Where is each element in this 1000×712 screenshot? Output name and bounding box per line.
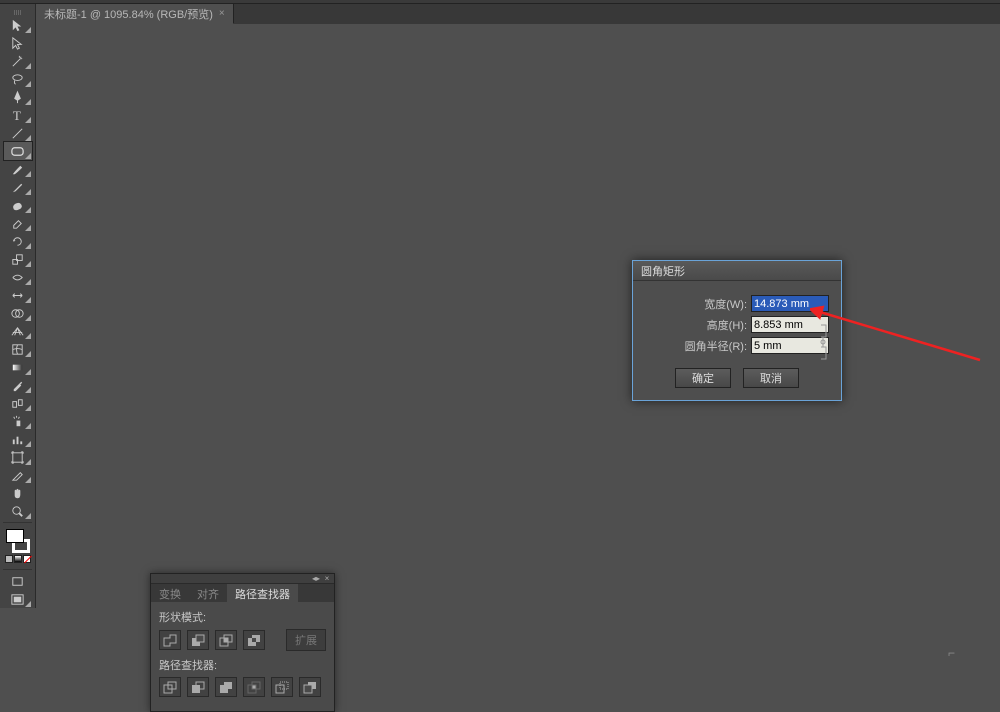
fill-swatch[interactable]	[6, 529, 24, 543]
panel-tabs: 变换 对齐 路径查找器	[151, 584, 334, 602]
width-tool[interactable]	[4, 268, 32, 286]
tab-pathfinder[interactable]: 路径查找器	[227, 584, 298, 602]
constrain-link-icon[interactable]	[819, 323, 829, 361]
pen-tool[interactable]	[4, 88, 32, 106]
outline-button[interactable]	[271, 677, 293, 697]
blob-brush-tool[interactable]	[4, 196, 32, 214]
dialog-title[interactable]: 圆角矩形	[633, 261, 841, 281]
cursor-hint-icon: ⌐	[948, 646, 955, 660]
document-tab-bar: 未标题-1 @ 1095.84% (RGB/预览) ×	[36, 4, 1000, 24]
shape-modes-label: 形状模式:	[159, 609, 326, 625]
type-tool[interactable]: T	[4, 106, 32, 124]
zoom-tool[interactable]	[4, 502, 32, 520]
lasso-tool[interactable]	[4, 70, 32, 88]
cancel-button[interactable]: 取消	[743, 368, 799, 388]
hand-tool[interactable]	[4, 484, 32, 502]
eraser-tool[interactable]	[4, 214, 32, 232]
symbol-sprayer-tool[interactable]	[4, 412, 32, 430]
radius-label: 圆角半径(R):	[685, 338, 747, 354]
panel-drag-handle[interactable]	[0, 8, 35, 16]
rotate-tool[interactable]	[4, 232, 32, 250]
line-segment-tool[interactable]	[4, 124, 32, 142]
scale-tool[interactable]	[4, 250, 32, 268]
panel-close-icon[interactable]: ×	[323, 575, 331, 583]
shape-builder-tool[interactable]	[4, 304, 32, 322]
panel-header[interactable]: ◂▸ ×	[151, 574, 334, 584]
color-swatches[interactable]	[0, 525, 35, 567]
pathfinders-label: 路径查找器:	[159, 657, 326, 673]
gradient-tool[interactable]	[4, 358, 32, 376]
width-label: 宽度(W):	[704, 296, 747, 312]
rounded-rectangle-tool[interactable]	[4, 142, 32, 160]
column-graph-tool[interactable]	[4, 430, 32, 448]
trim-button[interactable]	[187, 677, 209, 697]
tab-align[interactable]: 对齐	[189, 584, 227, 602]
divide-button[interactable]	[159, 677, 181, 697]
free-transform-tool[interactable]	[4, 286, 32, 304]
height-input[interactable]	[751, 316, 829, 333]
ok-button[interactable]: 确定	[675, 368, 731, 388]
direct-selection-tool[interactable]	[4, 34, 32, 52]
exclude-button[interactable]	[243, 630, 265, 650]
slice-tool[interactable]	[4, 466, 32, 484]
crop-button[interactable]	[243, 677, 265, 697]
tool-panel: T	[0, 4, 36, 608]
document-tab-title: 未标题-1 @ 1095.84% (RGB/预览)	[44, 6, 213, 22]
magic-wand-tool[interactable]	[4, 52, 32, 70]
color-mode-solid[interactable]	[5, 555, 13, 563]
merge-button[interactable]	[215, 677, 237, 697]
intersect-button[interactable]	[215, 630, 237, 650]
perspective-grid-tool[interactable]	[4, 322, 32, 340]
mesh-tool[interactable]	[4, 340, 32, 358]
expand-button[interactable]: 扩展	[286, 629, 326, 651]
close-icon[interactable]: ×	[219, 8, 225, 19]
document-tab[interactable]: 未标题-1 @ 1095.84% (RGB/预览) ×	[36, 4, 234, 24]
panel-collapse-icon[interactable]: ◂▸	[312, 575, 320, 583]
selection-tool[interactable]	[4, 16, 32, 34]
svg-text:T: T	[13, 108, 21, 123]
pencil-tool[interactable]	[4, 178, 32, 196]
width-input[interactable]	[751, 295, 829, 312]
minus-back-button[interactable]	[299, 677, 321, 697]
rounded-rectangle-dialog: 圆角矩形 宽度(W): 高度(H): 圆角半径(R): 确定 取消	[632, 260, 842, 401]
tab-transform[interactable]: 变换	[151, 584, 189, 602]
artboard-tool[interactable]	[4, 448, 32, 466]
blend-tool[interactable]	[4, 394, 32, 412]
paintbrush-tool[interactable]	[4, 160, 32, 178]
screen-mode-tool[interactable]	[4, 572, 32, 590]
pathfinder-panel: ◂▸ × 变换 对齐 路径查找器 形状模式: 扩展 路径查找器:	[150, 573, 335, 712]
minus-front-button[interactable]	[187, 630, 209, 650]
radius-input[interactable]	[751, 337, 829, 354]
height-label: 高度(H):	[707, 317, 747, 333]
color-mode-gradient[interactable]	[14, 555, 22, 563]
color-mode-none[interactable]	[23, 555, 31, 563]
unite-button[interactable]	[159, 630, 181, 650]
eyedropper-tool[interactable]	[4, 376, 32, 394]
change-screen-mode[interactable]	[4, 590, 32, 608]
